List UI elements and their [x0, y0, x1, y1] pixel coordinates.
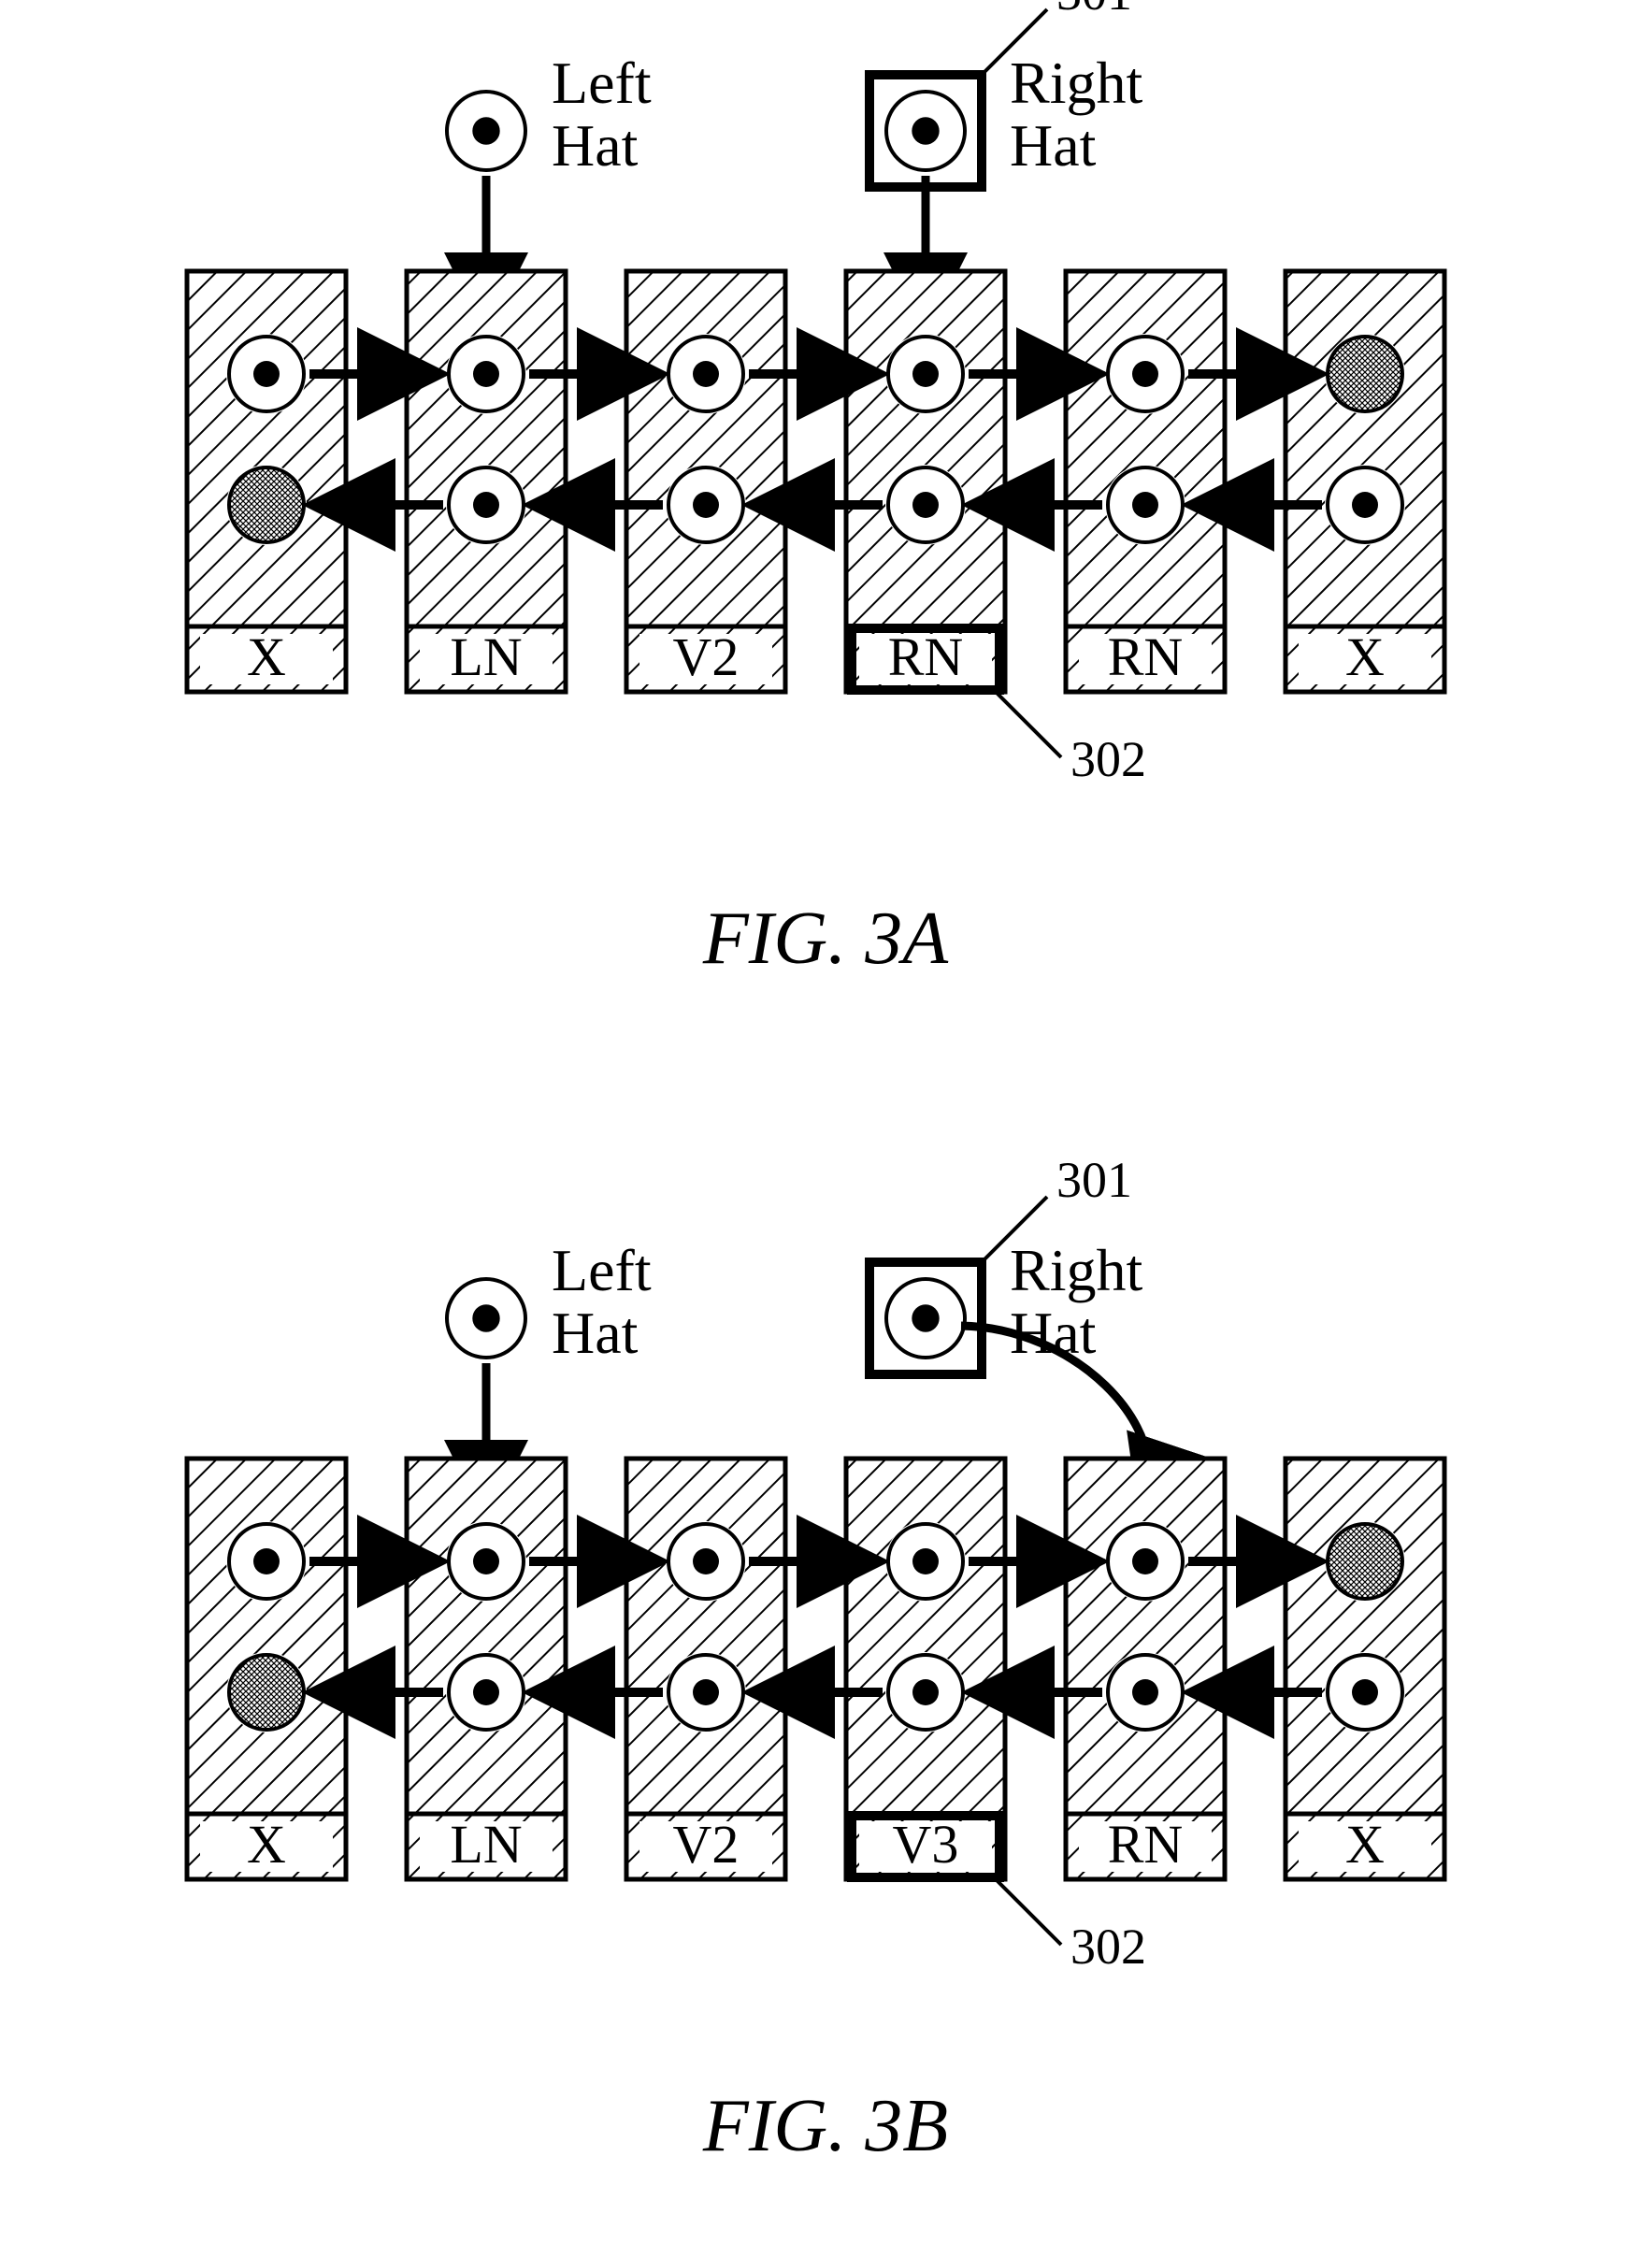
right-hat-label: RightHat	[1010, 1237, 1142, 1366]
box-1	[407, 1459, 566, 1814]
box-1-top-dot	[473, 1548, 499, 1574]
box-5-label: X	[1345, 1814, 1385, 1875]
box-4-label: RN	[1108, 1814, 1184, 1875]
box-0	[187, 1459, 346, 1814]
box-0-bot	[229, 1655, 304, 1730]
callout-302-text: 302	[1070, 731, 1146, 787]
box-4	[1066, 271, 1225, 626]
box-2	[626, 271, 785, 626]
box-0-bot	[229, 467, 304, 542]
box-4-top-dot	[1132, 361, 1158, 387]
box-5	[1286, 271, 1444, 626]
box-2-label: V2	[673, 626, 740, 687]
left-hat-circle-dot	[472, 1304, 499, 1331]
box-0-label: X	[247, 626, 286, 687]
box-0-top-dot	[253, 361, 280, 387]
box-5-top	[1328, 1524, 1402, 1599]
box-4-bot-dot	[1132, 1679, 1158, 1705]
right-hat-label: RightHat	[1010, 50, 1142, 179]
box-4-bot-dot	[1132, 492, 1158, 518]
left-hat-circle-dot	[472, 117, 499, 144]
box-5-top	[1328, 337, 1402, 411]
box-0-top-dot	[253, 1548, 280, 1574]
box-5	[1286, 1459, 1444, 1814]
box-2-bot-dot	[693, 1679, 719, 1705]
box-3-top-dot	[912, 361, 939, 387]
box-3-bot-dot	[912, 492, 939, 518]
box-2-bot-dot	[693, 492, 719, 518]
callout-302-leader	[996, 1879, 1061, 1945]
box-2-label: V2	[673, 1814, 740, 1875]
box-0	[187, 271, 346, 626]
box-5-bot-dot	[1352, 1679, 1378, 1705]
box-1-top-dot	[473, 361, 499, 387]
box-3-top-dot	[912, 1548, 939, 1574]
box-0-label: X	[247, 1814, 286, 1875]
box-2-top-dot	[693, 361, 719, 387]
box-1-bot-dot	[473, 492, 499, 518]
box-4-top-dot	[1132, 1548, 1158, 1574]
callout-302-leader	[996, 692, 1061, 757]
box-1	[407, 271, 566, 626]
left-hat-label: LeftHat	[552, 1237, 652, 1366]
figure-b-caption: FIG. 3B	[702, 2085, 948, 2167]
box-3-bot-dot	[912, 1679, 939, 1705]
right-hat-circle-dot	[912, 1304, 939, 1331]
box-1-bot-dot	[473, 1679, 499, 1705]
right-hat-circle-dot	[912, 117, 939, 144]
box-4-label: RN	[1108, 626, 1184, 687]
figure-a-caption: FIG. 3A	[702, 898, 949, 980]
callout-302-text: 302	[1070, 1919, 1146, 1975]
figure-group: LeftHat 301 RightHat X LN V2 V3 302 RN X	[187, 1152, 1444, 1975]
box-3	[846, 271, 1005, 626]
box-5-label: X	[1345, 626, 1385, 687]
box-1-label: LN	[450, 1814, 522, 1875]
box-3	[846, 1459, 1005, 1814]
box-2	[626, 1459, 785, 1814]
box-5-bot-dot	[1352, 492, 1378, 518]
box-2-top-dot	[693, 1548, 719, 1574]
figure-group: LeftHat 301 RightHat X LN V2 RN 302 RN X	[187, 0, 1444, 787]
callout-301-text: 301	[1056, 1152, 1132, 1208]
callout-301-text: 301	[1056, 0, 1132, 21]
box-1-label: LN	[450, 626, 522, 687]
box-3-label: RN	[888, 626, 964, 687]
box-3-label: V3	[893, 1814, 959, 1875]
box-4	[1066, 1459, 1225, 1814]
left-hat-label: LeftHat	[552, 50, 652, 179]
